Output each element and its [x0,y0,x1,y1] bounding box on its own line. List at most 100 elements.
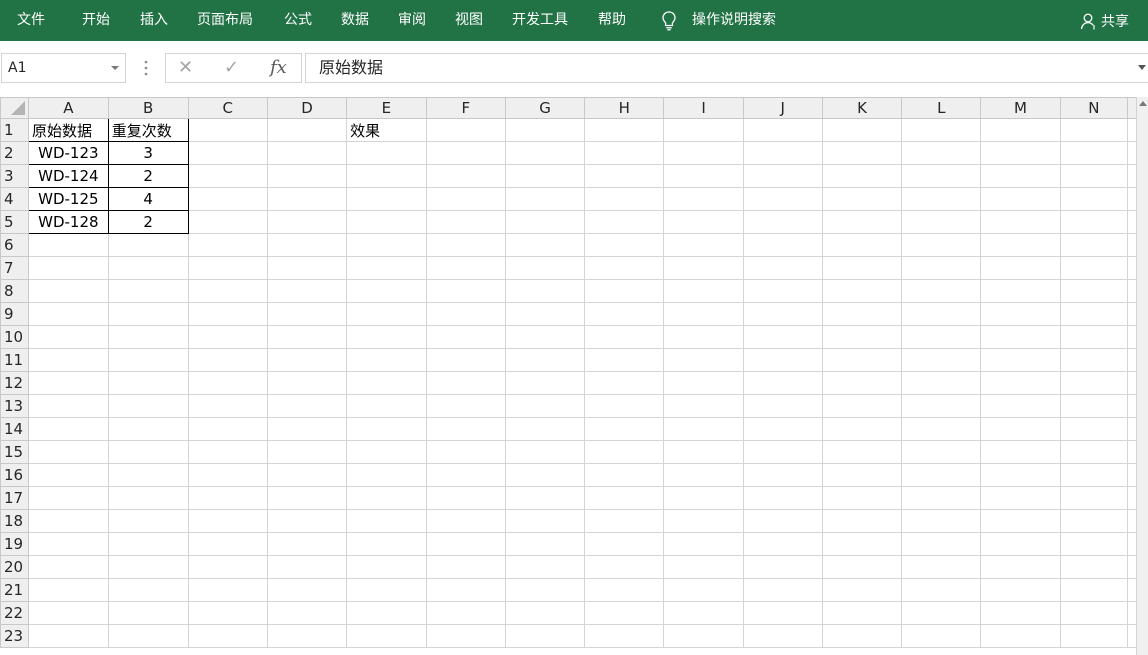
cell-l10[interactable] [901,325,982,349]
cell-d18[interactable] [266,509,348,533]
cell-i1[interactable] [663,118,744,142]
cell-h23[interactable] [584,624,665,648]
cell-k19[interactable] [821,532,903,556]
cell-i20[interactable] [663,555,744,579]
cell-h5[interactable] [584,210,665,234]
cell-k17[interactable] [821,486,903,510]
cell-f7[interactable] [425,256,506,280]
cell-j6[interactable] [742,233,823,257]
cell-e10[interactable] [346,325,427,349]
column-header-i[interactable]: I [663,97,744,119]
cell-j16[interactable] [742,463,823,487]
cell-k13[interactable] [821,394,903,418]
cell-k4[interactable] [821,187,903,211]
cell-i10[interactable] [663,325,744,349]
cell-c4[interactable] [187,187,268,211]
cell-d3[interactable] [266,164,348,188]
cell-a14[interactable] [27,417,109,441]
cell-g13[interactable] [504,394,586,418]
cell-b5[interactable]: 2 [107,210,189,234]
cell-l23[interactable] [901,624,982,648]
cell-c19[interactable] [187,532,268,556]
cell-j1[interactable] [742,118,823,142]
cell-g4[interactable] [504,187,586,211]
cell-f22[interactable] [425,601,506,625]
row-header-2[interactable]: 2 [0,141,29,165]
cell-l9[interactable] [901,302,982,326]
cell-h19[interactable] [584,532,665,556]
cell-m11[interactable] [980,348,1061,372]
cell-i5[interactable] [663,210,744,234]
cell-e9[interactable] [346,302,427,326]
cell-a3[interactable]: WD-124 [27,164,109,188]
vertical-scrollbar[interactable] [1136,97,1148,655]
cell-e3[interactable] [346,164,427,188]
column-header-n[interactable]: N [1059,97,1129,119]
cell-a19[interactable] [27,532,109,556]
cell-d15[interactable] [266,440,348,464]
column-header-g[interactable]: G [504,97,586,119]
cell-e22[interactable] [346,601,427,625]
cell-g15[interactable] [504,440,586,464]
cell-g22[interactable] [504,601,586,625]
cell-b20[interactable] [107,555,189,579]
cell-f5[interactable] [425,210,506,234]
cell-h4[interactable] [584,187,665,211]
cell-j8[interactable] [742,279,823,303]
cell-d8[interactable] [266,279,348,303]
cell-m3[interactable] [980,164,1061,188]
cell-l16[interactable] [901,463,982,487]
cell-c2[interactable] [187,141,268,165]
sheet-table[interactable]: ABCDEFGHIJKLMN 1 原始数据 重复次数 效果 2 WD-123 3 3 WD-12… [0,97,1148,648]
cell-d1[interactable] [266,118,348,142]
cell-m21[interactable] [980,578,1061,602]
cell-g6[interactable] [504,233,586,257]
cell-c5[interactable] [187,210,268,234]
cell-l3[interactable] [901,164,982,188]
row-header-17[interactable]: 17 [0,486,29,510]
cell-b3[interactable]: 2 [107,164,189,188]
cell-d7[interactable] [266,256,348,280]
cell-f8[interactable] [425,279,506,303]
cell-a4[interactable]: WD-125 [27,187,109,211]
formula-input[interactable]: 原始数据 [305,53,1148,83]
cell-f1[interactable] [425,118,506,142]
column-header-a[interactable]: A [27,97,109,119]
cell-b7[interactable] [107,256,189,280]
insert-function-icon[interactable]: fx [270,57,287,78]
cell-j21[interactable] [742,578,823,602]
cell-a21[interactable] [27,578,109,602]
cell-m12[interactable] [980,371,1061,395]
cell-g21[interactable] [504,578,586,602]
cell-l13[interactable] [901,394,982,418]
cell-j3[interactable] [742,164,823,188]
cell-k14[interactable] [821,417,903,441]
cell-k2[interactable] [821,141,903,165]
row-header-16[interactable]: 16 [0,463,29,487]
cell-a23[interactable] [27,624,109,648]
cell-j4[interactable] [742,187,823,211]
cell-d6[interactable] [266,233,348,257]
cell-g11[interactable] [504,348,586,372]
cell-k21[interactable] [821,578,903,602]
cell-f13[interactable] [425,394,506,418]
cell-e20[interactable] [346,555,427,579]
cell-k22[interactable] [821,601,903,625]
cell-l2[interactable] [901,141,982,165]
cell-h6[interactable] [584,233,665,257]
cell-d23[interactable] [266,624,348,648]
row-header-12[interactable]: 12 [0,371,29,395]
cell-i6[interactable] [663,233,744,257]
cell-m9[interactable] [980,302,1061,326]
cell-k9[interactable] [821,302,903,326]
cell-l20[interactable] [901,555,982,579]
cell-m8[interactable] [980,279,1061,303]
cell-h9[interactable] [584,302,665,326]
cell-g10[interactable] [504,325,586,349]
cell-e2[interactable] [346,141,427,165]
cell-m13[interactable] [980,394,1061,418]
tell-me-search[interactable]: 操作说明搜索 [692,0,776,41]
cell-h2[interactable] [584,141,665,165]
cell-m20[interactable] [980,555,1061,579]
cell-a13[interactable] [27,394,109,418]
